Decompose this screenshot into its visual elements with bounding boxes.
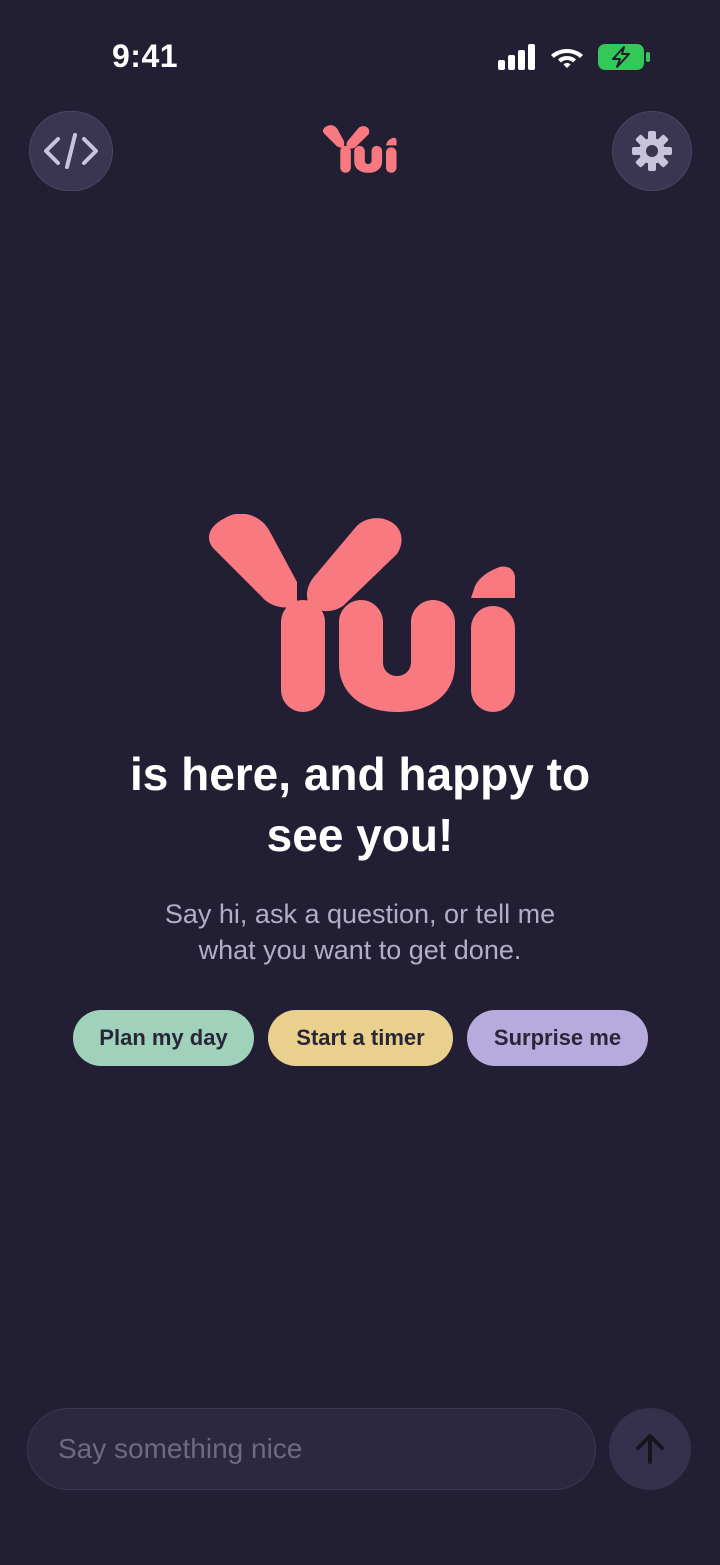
message-input-wrapper [27,1408,596,1490]
status-bar: 9:41 [0,0,720,110]
chip-plan-my-day[interactable]: Plan my day [73,1010,254,1066]
message-input[interactable] [28,1409,595,1489]
hero-logo [205,513,521,717]
battery-charging-icon [598,44,650,70]
code-button[interactable] [29,111,113,191]
welcome-headline: is here, and happy to see you! [0,744,720,866]
cellular-signal-icon [498,44,535,70]
logo-icon [322,125,397,173]
wifi-icon [551,49,583,68]
code-icon [44,133,98,169]
settings-button[interactable] [612,111,692,191]
welcome-subtitle: Say hi, ask a question, or tell me what … [0,896,720,968]
header-logo [322,124,398,179]
gear-icon [632,131,672,171]
subtitle-line-1: Say hi, ask a question, or tell me [164,899,556,929]
subtitle-line-2: what you want to get done. [198,935,522,965]
arrow-up-icon [636,1434,664,1464]
chip-surprise-me[interactable]: Surprise me [467,1010,648,1066]
headline-line-2: see you! [266,809,454,861]
headline-line-1: is here, and happy to [129,748,591,800]
chip-start-a-timer[interactable]: Start a timer [268,1010,453,1066]
status-time: 9:41 [112,38,179,74]
status-icons [498,44,650,70]
hero-logo-icon [209,513,515,712]
send-button[interactable] [609,1408,691,1490]
